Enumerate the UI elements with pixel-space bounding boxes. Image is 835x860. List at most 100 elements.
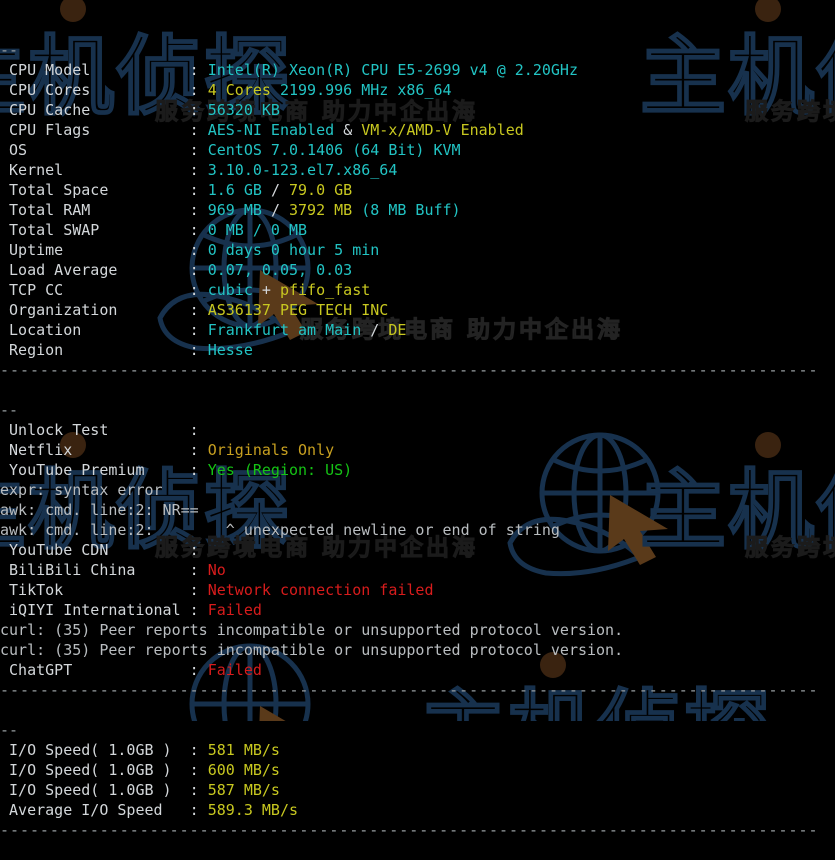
- row-value: x86_64: [397, 81, 452, 99]
- row-label: YouTube CDN: [0, 541, 190, 559]
- row-label: Uptime: [0, 241, 190, 259]
- row-label: ChatGPT: [0, 661, 190, 679]
- row-value: 587 MB/s: [207, 781, 280, 799]
- console-message-text: awk: cmd. line:2: NR==: [0, 501, 199, 519]
- row-value: 4 Cores: [207, 81, 280, 99]
- section-divider-text: ----------------------------------------…: [0, 681, 819, 699]
- section-marker-text: --: [0, 721, 19, 739]
- info-row: I/O Speed( 1.0GB ) : 581 MB/s: [0, 740, 835, 760]
- row-separator: :: [189, 121, 208, 139]
- row-separator: :: [189, 221, 208, 239]
- row-label: TikTok: [0, 581, 190, 599]
- row-separator: :: [189, 741, 208, 759]
- section-divider: ----------------------------------------…: [0, 820, 835, 840]
- row-separator: :: [189, 781, 208, 799]
- info-row: Load Average : 0.07, 0.05, 0.03: [0, 260, 835, 280]
- row-value: 2199.996 MHz: [279, 81, 398, 99]
- info-row: Unlock Test :: [0, 420, 835, 440]
- info-row: OS : CentOS 7.0.1406 (64 Bit) KVM: [0, 140, 835, 160]
- row-value: 56320 KB: [207, 101, 280, 119]
- row-value: 3.10.0-123.el7.x86_64: [207, 161, 398, 179]
- row-label: Region: [0, 341, 190, 359]
- error-message: awk: cmd. line:2: ^ unexpected newline o…: [0, 520, 835, 540]
- row-value: 3792 MB: [289, 201, 362, 219]
- info-row: YouTube Premium : Yes (Region: US): [0, 460, 835, 480]
- terminal-body: -- CPU Model : Intel(R) Xeon(R) CPU E5-2…: [0, 40, 835, 840]
- terminal-output[interactable]: -- CPU Model : Intel(R) Xeon(R) CPU E5-2…: [0, 0, 835, 860]
- row-value: /: [370, 321, 389, 339]
- row-label: Load Average: [0, 261, 190, 279]
- section-divider-text: ----------------------------------------…: [0, 361, 819, 379]
- section-marker: --: [0, 40, 835, 60]
- info-row: Organization : AS36137 PEG TECH INC: [0, 300, 835, 320]
- console-message-text: curl: (35) Peer reports incompatible or …: [0, 641, 624, 659]
- row-separator: :: [189, 661, 208, 679]
- info-row: iQIYI International : Failed: [0, 600, 835, 620]
- row-label: I/O Speed( 1.0GB ): [0, 741, 190, 759]
- info-row: Uptime : 0 days 0 hour 5 min: [0, 240, 835, 260]
- row-value: 589.3 MB/s: [207, 801, 299, 819]
- row-separator: :: [189, 261, 208, 279]
- row-label: BiliBili China: [0, 561, 190, 579]
- row-separator: :: [189, 561, 208, 579]
- row-label: Average I/O Speed: [0, 801, 190, 819]
- info-row: Kernel : 3.10.0-123.el7.x86_64: [0, 160, 835, 180]
- row-separator: :: [189, 601, 208, 619]
- section-divider: ----------------------------------------…: [0, 360, 835, 380]
- row-label: Organization: [0, 301, 190, 319]
- info-row: TikTok : Network connection failed: [0, 580, 835, 600]
- row-label: CPU Model: [0, 61, 190, 79]
- row-separator: :: [189, 61, 208, 79]
- row-label: Total RAM: [0, 201, 190, 219]
- row-separator: :: [189, 801, 208, 819]
- row-separator: :: [189, 461, 208, 479]
- row-value: cubic: [207, 281, 262, 299]
- section-marker: --: [0, 400, 835, 420]
- info-row: I/O Speed( 1.0GB ) : 587 MB/s: [0, 780, 835, 800]
- row-label: Location: [0, 321, 190, 339]
- row-value: Failed: [207, 661, 262, 679]
- info-row: Region : Hesse: [0, 340, 835, 360]
- row-value: Frankfurt am Main: [207, 321, 371, 339]
- info-row: Netflix : Originals Only: [0, 440, 835, 460]
- row-value: Network connection failed: [207, 581, 434, 599]
- info-row: CPU Model : Intel(R) Xeon(R) CPU E5-2699…: [0, 60, 835, 80]
- row-label: Total SWAP: [0, 221, 190, 239]
- row-value: Failed: [207, 601, 262, 619]
- info-row: ChatGPT : Failed: [0, 660, 835, 680]
- info-row: CPU Cores : 4 Cores 2199.996 MHz x86_64: [0, 80, 835, 100]
- section-divider: ----------------------------------------…: [0, 680, 835, 700]
- row-value: AES-NI Enabled: [207, 121, 344, 139]
- row-value: 581 MB/s: [207, 741, 280, 759]
- console-message-text: curl: (35) Peer reports incompatible or …: [0, 621, 624, 639]
- row-value: 1.6 GB: [207, 181, 271, 199]
- row-value: +: [261, 281, 280, 299]
- row-label: OS: [0, 141, 190, 159]
- console-message-text: expr: syntax error: [0, 481, 163, 499]
- row-separator: :: [189, 101, 208, 119]
- row-value: 79.0 GB: [289, 181, 353, 199]
- row-separator: :: [189, 301, 208, 319]
- section-divider-text: ----------------------------------------…: [0, 821, 819, 839]
- row-label: Netflix: [0, 441, 190, 459]
- row-value: pfifo_fast: [279, 281, 371, 299]
- row-separator: :: [189, 321, 208, 339]
- info-row: YouTube CDN :: [0, 540, 835, 560]
- row-separator: :: [189, 341, 208, 359]
- row-separator: :: [189, 541, 208, 559]
- info-row: CPU Flags : AES-NI Enabled & VM-x/AMD-V …: [0, 120, 835, 140]
- console-message-text: awk: cmd. line:2: ^ unexpected newline o…: [0, 521, 560, 539]
- info-row: TCP CC : cubic + pfifo_fast: [0, 280, 835, 300]
- row-value: &: [343, 121, 362, 139]
- row-label: I/O Speed( 1.0GB ): [0, 761, 190, 779]
- row-separator: :: [189, 201, 208, 219]
- row-separator: :: [189, 241, 208, 259]
- section-marker-text: --: [0, 41, 19, 59]
- info-row: Total Space : 1.6 GB / 79.0 GB: [0, 180, 835, 200]
- row-value: DE: [388, 321, 407, 339]
- row-separator: :: [189, 581, 208, 599]
- info-row: I/O Speed( 1.0GB ) : 600 MB/s: [0, 760, 835, 780]
- row-separator: :: [189, 181, 208, 199]
